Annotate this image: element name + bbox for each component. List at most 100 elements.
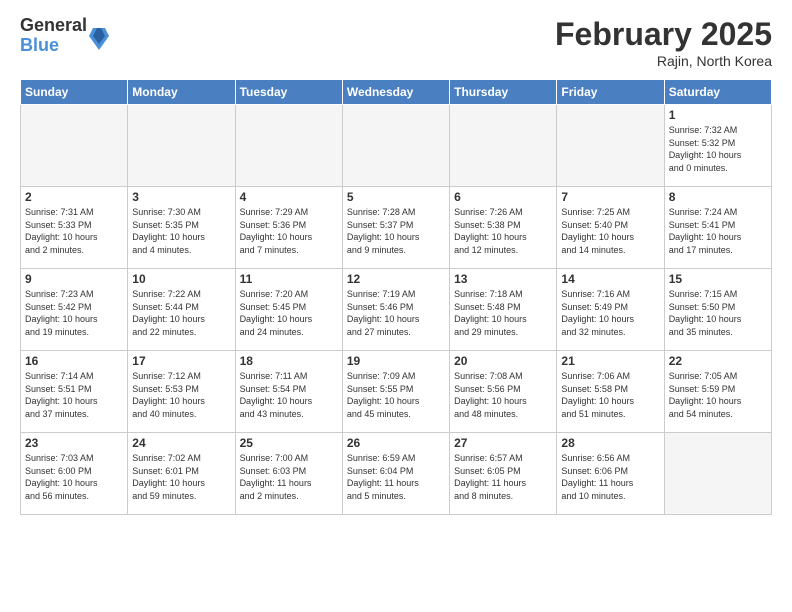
day-cell: 10 Sunrise: 7:22 AM Sunset: 5:44 PM Dayli… xyxy=(128,269,235,351)
day-number: 26 xyxy=(347,436,445,450)
day-cell: 9 Sunrise: 7:23 AM Sunset: 5:42 PM Daylig… xyxy=(21,269,128,351)
calendar: Sunday Monday Tuesday Wednesday Thursday… xyxy=(20,79,772,515)
header-friday: Friday xyxy=(557,80,664,105)
day-number: 15 xyxy=(669,272,767,286)
day-info: Sunrise: 7:18 AM Sunset: 5:48 PM Dayligh… xyxy=(454,288,552,338)
day-number: 10 xyxy=(132,272,230,286)
day-cell: 26 Sunrise: 6:59 AM Sunset: 6:04 PM Dayli… xyxy=(342,433,449,515)
day-info: Sunrise: 7:08 AM Sunset: 5:56 PM Dayligh… xyxy=(454,370,552,420)
day-number: 18 xyxy=(240,354,338,368)
week-row-3: 16Sunrise: 7:14 AM Sunset: 5:51 PM Dayli… xyxy=(21,351,772,433)
day-info: Sunrise: 7:25 AM Sunset: 5:40 PM Dayligh… xyxy=(561,206,659,256)
page: General Blue February 2025 Rajin, North … xyxy=(0,0,792,612)
day-info: Sunrise: 6:59 AM Sunset: 6:04 PM Dayligh… xyxy=(347,452,445,502)
day-info: Sunrise: 7:05 AM Sunset: 5:59 PM Dayligh… xyxy=(669,370,767,420)
day-info: Sunrise: 7:29 AM Sunset: 5:36 PM Dayligh… xyxy=(240,206,338,256)
day-cell: 27Sunrise: 6:57 AM Sunset: 6:05 PM Dayli… xyxy=(450,433,557,515)
day-cell: 18 Sunrise: 7:11 AM Sunset: 5:54 PM Dayli… xyxy=(235,351,342,433)
day-info: Sunrise: 7:00 AM Sunset: 6:03 PM Dayligh… xyxy=(240,452,338,502)
day-info: Sunrise: 7:22 AM Sunset: 5:44 PM Dayligh… xyxy=(132,288,230,338)
day-info: Sunrise: 7:02 AM Sunset: 6:01 PM Dayligh… xyxy=(132,452,230,502)
day-number: 21 xyxy=(561,354,659,368)
day-cell xyxy=(342,105,449,187)
day-number: 20 xyxy=(454,354,552,368)
day-cell: 21Sunrise: 7:06 AM Sunset: 5:58 PM Dayli… xyxy=(557,351,664,433)
logo: General Blue xyxy=(20,16,109,56)
logo-blue: Blue xyxy=(20,36,87,56)
day-number: 4 xyxy=(240,190,338,204)
day-cell xyxy=(664,433,771,515)
day-info: Sunrise: 7:24 AM Sunset: 5:41 PM Dayligh… xyxy=(669,206,767,256)
day-info: Sunrise: 6:57 AM Sunset: 6:05 PM Dayligh… xyxy=(454,452,552,502)
day-info: Sunrise: 7:12 AM Sunset: 5:53 PM Dayligh… xyxy=(132,370,230,420)
day-cell: 8 Sunrise: 7:24 AM Sunset: 5:41 PM Daylig… xyxy=(664,187,771,269)
day-info: Sunrise: 7:09 AM Sunset: 5:55 PM Dayligh… xyxy=(347,370,445,420)
day-number: 6 xyxy=(454,190,552,204)
day-cell: 25Sunrise: 7:00 AM Sunset: 6:03 PM Dayli… xyxy=(235,433,342,515)
day-info: Sunrise: 7:30 AM Sunset: 5:35 PM Dayligh… xyxy=(132,206,230,256)
day-number: 11 xyxy=(240,272,338,286)
location: Rajin, North Korea xyxy=(555,53,772,69)
header-saturday: Saturday xyxy=(664,80,771,105)
day-number: 8 xyxy=(669,190,767,204)
day-cell xyxy=(21,105,128,187)
week-row-4: 23 Sunrise: 7:03 AM Sunset: 6:00 PM Dayli… xyxy=(21,433,772,515)
day-cell: 22 Sunrise: 7:05 AM Sunset: 5:59 PM Dayli… xyxy=(664,351,771,433)
day-number: 28 xyxy=(561,436,659,450)
day-number: 3 xyxy=(132,190,230,204)
day-cell: 2 Sunrise: 7:31 AM Sunset: 5:33 PM Daylig… xyxy=(21,187,128,269)
day-info: Sunrise: 7:23 AM Sunset: 5:42 PM Dayligh… xyxy=(25,288,123,338)
weekday-header-row: Sunday Monday Tuesday Wednesday Thursday… xyxy=(21,80,772,105)
day-info: Sunrise: 7:16 AM Sunset: 5:49 PM Dayligh… xyxy=(561,288,659,338)
day-cell: 13 Sunrise: 7:18 AM Sunset: 5:48 PM Dayli… xyxy=(450,269,557,351)
day-number: 17 xyxy=(132,354,230,368)
day-info: Sunrise: 7:28 AM Sunset: 5:37 PM Dayligh… xyxy=(347,206,445,256)
day-info: Sunrise: 7:20 AM Sunset: 5:45 PM Dayligh… xyxy=(240,288,338,338)
day-info: Sunrise: 6:56 AM Sunset: 6:06 PM Dayligh… xyxy=(561,452,659,502)
day-number: 12 xyxy=(347,272,445,286)
header-tuesday: Tuesday xyxy=(235,80,342,105)
day-cell: 17 Sunrise: 7:12 AM Sunset: 5:53 PM Dayli… xyxy=(128,351,235,433)
day-info: Sunrise: 7:11 AM Sunset: 5:54 PM Dayligh… xyxy=(240,370,338,420)
day-info: Sunrise: 7:26 AM Sunset: 5:38 PM Dayligh… xyxy=(454,206,552,256)
day-cell xyxy=(128,105,235,187)
day-number: 5 xyxy=(347,190,445,204)
day-number: 9 xyxy=(25,272,123,286)
day-cell: 23 Sunrise: 7:03 AM Sunset: 6:00 PM Dayli… xyxy=(21,433,128,515)
day-number: 13 xyxy=(454,272,552,286)
header-wednesday: Wednesday xyxy=(342,80,449,105)
day-number: 16 xyxy=(25,354,123,368)
day-cell: 14Sunrise: 7:16 AM Sunset: 5:49 PM Dayli… xyxy=(557,269,664,351)
day-info: Sunrise: 7:31 AM Sunset: 5:33 PM Dayligh… xyxy=(25,206,123,256)
day-number: 7 xyxy=(561,190,659,204)
day-number: 23 xyxy=(25,436,123,450)
day-cell: 6 Sunrise: 7:26 AM Sunset: 5:38 PM Daylig… xyxy=(450,187,557,269)
day-cell xyxy=(235,105,342,187)
day-cell: 16Sunrise: 7:14 AM Sunset: 5:51 PM Dayli… xyxy=(21,351,128,433)
day-cell: 5 Sunrise: 7:28 AM Sunset: 5:37 PM Daylig… xyxy=(342,187,449,269)
week-row-1: 2 Sunrise: 7:31 AM Sunset: 5:33 PM Daylig… xyxy=(21,187,772,269)
day-cell: 11 Sunrise: 7:20 AM Sunset: 5:45 PM Dayli… xyxy=(235,269,342,351)
header: General Blue February 2025 Rajin, North … xyxy=(20,16,772,69)
week-row-2: 9 Sunrise: 7:23 AM Sunset: 5:42 PM Daylig… xyxy=(21,269,772,351)
day-cell: 20 Sunrise: 7:08 AM Sunset: 5:56 PM Dayli… xyxy=(450,351,557,433)
day-cell: 24 Sunrise: 7:02 AM Sunset: 6:01 PM Dayli… xyxy=(128,433,235,515)
day-cell: 19 Sunrise: 7:09 AM Sunset: 5:55 PM Dayli… xyxy=(342,351,449,433)
week-row-0: 1Sunrise: 7:32 AM Sunset: 5:32 PM Daylig… xyxy=(21,105,772,187)
day-number: 24 xyxy=(132,436,230,450)
day-info: Sunrise: 7:03 AM Sunset: 6:00 PM Dayligh… xyxy=(25,452,123,502)
header-sunday: Sunday xyxy=(21,80,128,105)
logo-icon xyxy=(89,22,109,50)
logo-text: General Blue xyxy=(20,16,87,56)
day-number: 22 xyxy=(669,354,767,368)
logo-general: General xyxy=(20,16,87,36)
month-title: February 2025 xyxy=(555,16,772,53)
day-cell: 28 Sunrise: 6:56 AM Sunset: 6:06 PM Dayli… xyxy=(557,433,664,515)
day-number: 2 xyxy=(25,190,123,204)
day-info: Sunrise: 7:15 AM Sunset: 5:50 PM Dayligh… xyxy=(669,288,767,338)
day-cell: 15 Sunrise: 7:15 AM Sunset: 5:50 PM Dayli… xyxy=(664,269,771,351)
title-block: February 2025 Rajin, North Korea xyxy=(555,16,772,69)
day-number: 19 xyxy=(347,354,445,368)
day-cell: 3 Sunrise: 7:30 AM Sunset: 5:35 PM Daylig… xyxy=(128,187,235,269)
day-info: Sunrise: 7:19 AM Sunset: 5:46 PM Dayligh… xyxy=(347,288,445,338)
